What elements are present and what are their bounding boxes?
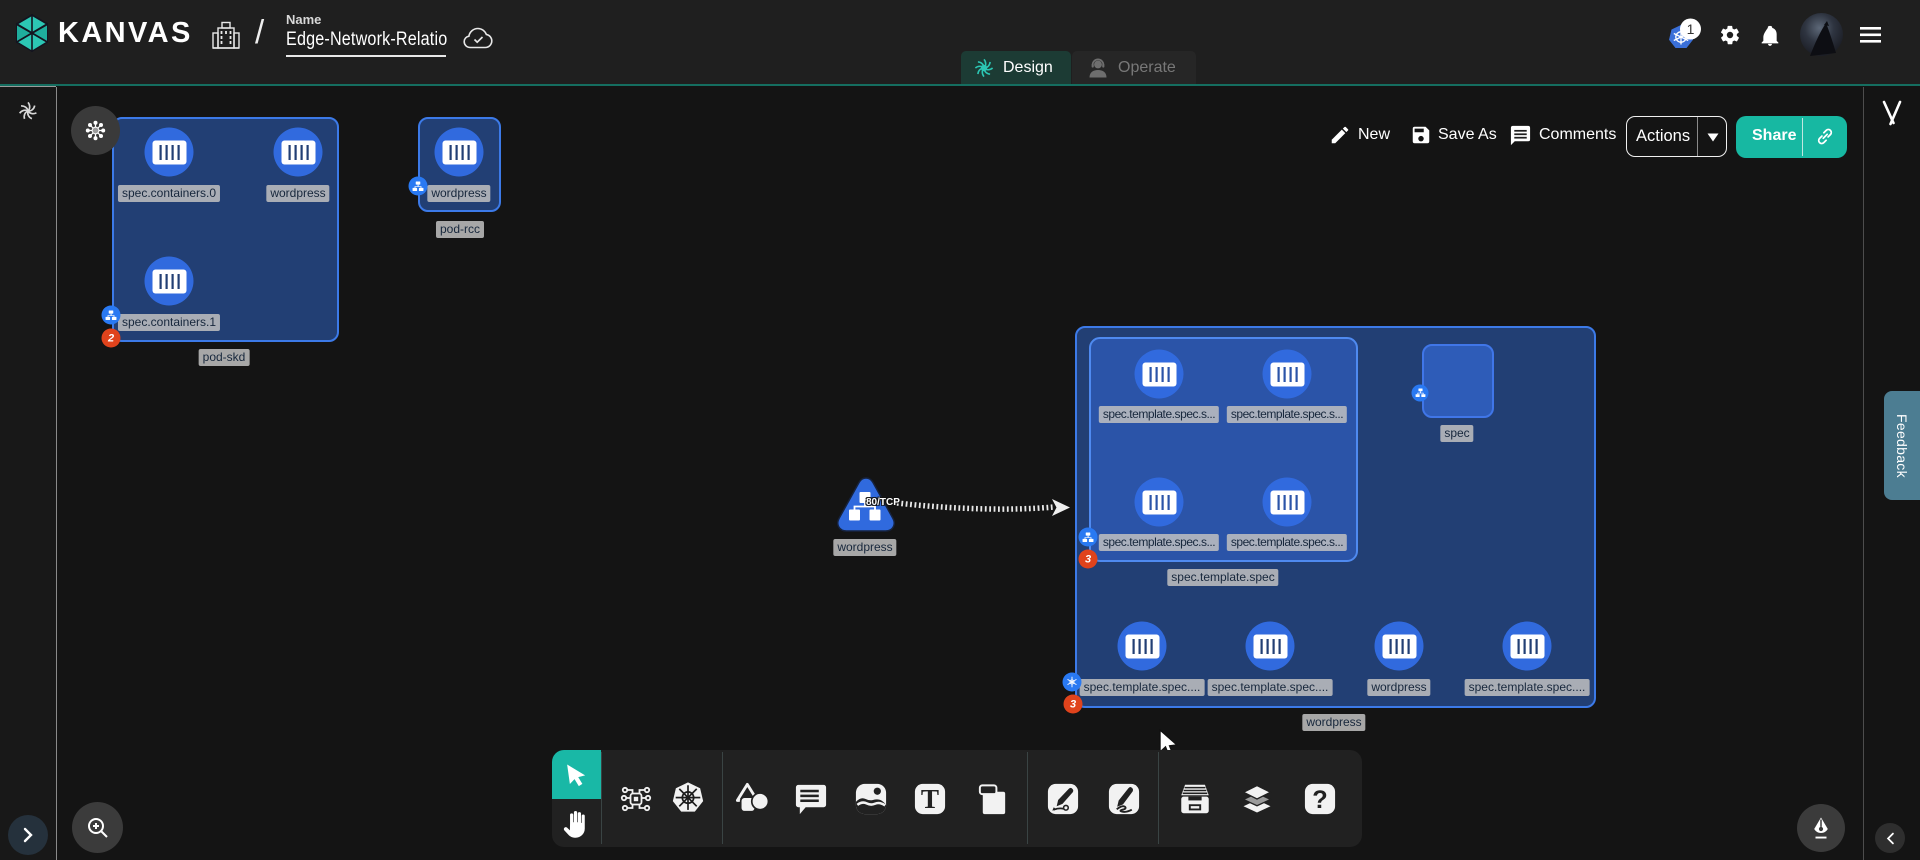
svg-text:?: ? <box>1312 786 1327 814</box>
svg-text:T: T <box>921 784 939 814</box>
svg-text:1: 1 <box>1687 21 1695 37</box>
